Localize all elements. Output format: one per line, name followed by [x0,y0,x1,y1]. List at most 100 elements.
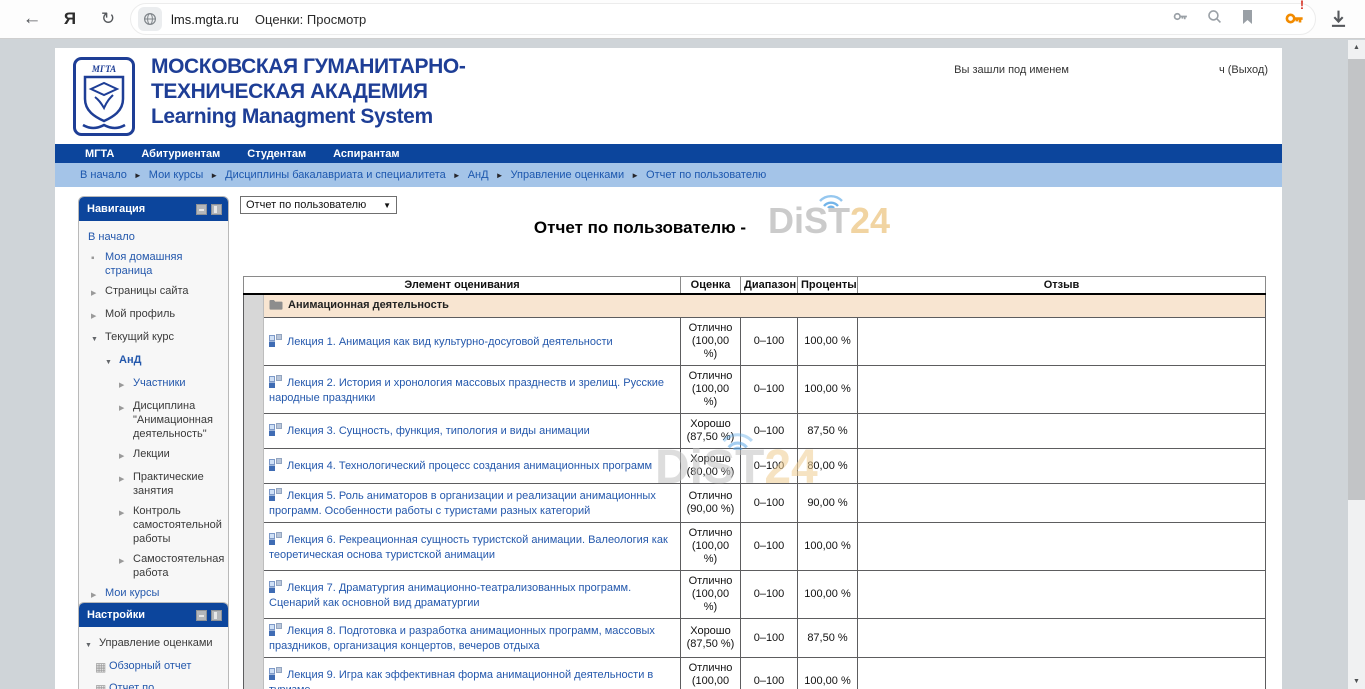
block-dock-icon[interactable] [211,204,222,215]
page-card: МГТА МОСКОВСКАЯ ГУМАНИТАРНО- ТЕХНИЧЕСКАЯ… [55,48,1282,689]
feedback-cell [858,366,1266,414]
url-text[interactable]: lms.mgta.ru [171,12,239,27]
page-scrollbar[interactable]: ▲ ▼ [1348,40,1365,689]
settings-item-label[interactable]: Обзорный отчет [109,659,191,675]
activity-link[interactable]: Лекция 2. История и хронология массовых … [269,377,664,404]
sidebar-item-label[interactable]: Самостоятельная работа [133,552,224,580]
breadcrumb-link[interactable]: Дисциплины бакалавриата и специалитета [225,169,446,181]
feedback-cell [858,414,1266,449]
sidebar-item[interactable]: Моя домашняя страница [79,250,224,278]
tree-toggle-icon[interactable] [119,470,133,498]
tree-toggle-icon[interactable] [119,376,133,393]
settings-item[interactable]: Управление оценками [79,636,224,653]
breadcrumb-link[interactable]: Мои курсы [149,169,203,181]
activity-link[interactable]: Лекция 5. Роль аниматоров в организации … [269,490,656,517]
activity-link[interactable]: Лекция 3. Сущность, функция, типология и… [287,425,590,437]
tree-toggle-icon[interactable] [119,399,133,441]
settings-item[interactable]: Отчет по пользователю [79,681,224,689]
sidebar-item-label[interactable]: АнД [119,353,141,370]
sidebar-item[interactable]: Текущий курс [79,330,224,347]
activity-link[interactable]: Лекция 1. Анимация как вид культурно-дос… [287,336,613,348]
sidebar-item[interactable]: В начало [79,230,224,244]
logout-link[interactable]: ч (Выход) [1219,64,1268,76]
back-icon[interactable]: ← [20,7,44,31]
tree-toggle-icon[interactable] [119,552,133,580]
scrollbar-thumb[interactable] [1348,59,1365,500]
key-icon[interactable] [1172,8,1189,30]
download-icon[interactable] [1328,8,1349,34]
settings-item-icon[interactable] [95,681,109,689]
sidebar-item[interactable]: Дисциплина "Анимационная деятельность" [79,399,224,441]
sidebar-item-label[interactable]: Участники [133,376,186,393]
sidebar-item-label[interactable]: Контроль самостоятельной работы [133,504,224,546]
sidebar-item-label[interactable]: В начало [88,230,135,244]
nav-menu-item[interactable]: Аспирантам [333,148,399,160]
breadcrumb-link[interactable]: В начало [80,169,127,181]
nav-menu-item[interactable]: МГТА [85,148,114,160]
site-header: МГТА МОСКОВСКАЯ ГУМАНИТАРНО- ТЕХНИЧЕСКАЯ… [55,48,1282,144]
settings-item-label[interactable]: Управление оценками [99,636,213,653]
nav-menu-item[interactable]: Студентам [247,148,306,160]
tree-toggle-icon[interactable] [91,250,105,278]
tree-toggle-icon[interactable] [119,504,133,546]
bookmark-icon[interactable] [1240,9,1255,30]
activity-icon [269,532,283,548]
sidebar-item[interactable]: Мои курсы [79,586,224,603]
sidebar-item-label[interactable]: Мой профиль [105,307,175,324]
sidebar-item[interactable]: АнД [79,353,224,370]
tree-toggle-icon[interactable] [105,353,119,370]
sidebar-item[interactable]: Участники [79,376,224,393]
sidebar-item[interactable]: Страницы сайта [79,284,224,301]
sidebar-item-label[interactable]: Мои курсы [105,586,159,603]
activity-link[interactable]: Лекция 4. Технологический процесс создан… [287,460,652,472]
percent-cell: 87,50 % [798,414,858,449]
scroll-up-icon[interactable]: ▲ [1348,40,1365,55]
sidebar-item-label[interactable]: Лекции [133,447,170,464]
sidebar-item[interactable]: Мой профиль [79,307,224,324]
sidebar-item[interactable]: Практические занятия [79,470,224,498]
settings-item-icon[interactable] [95,659,109,675]
block-dock-icon[interactable] [211,610,222,621]
settings-item-icon[interactable] [85,636,99,653]
zoom-icon[interactable] [1206,8,1223,30]
activity-link[interactable]: Лекция 7. Драматургия анимационно-театра… [269,582,631,609]
academy-title: МОСКОВСКАЯ ГУМАНИТАРНО- ТЕХНИЧЕСКАЯ АКАД… [151,54,465,129]
address-bar[interactable]: lms.mgta.ru Оценки: Просмотр [130,3,1316,35]
col-header-grade: Оценка [681,277,741,295]
category-name: Анимационная деятельность [288,299,449,311]
sidebar-item[interactable]: Лекции [79,447,224,464]
breadcrumb-link[interactable]: АнД [468,169,489,181]
activity-link[interactable]: Лекция 8. Подготовка и разработка анимац… [269,625,655,652]
activity-link[interactable]: Лекция 9. Игра как эффективная форма ани… [269,669,653,689]
page-title-text: Оценки: Просмотр [255,12,366,27]
breadcrumb-link[interactable]: Управление оценками [511,169,625,181]
sidebar-item-label[interactable]: Текущий курс [105,330,174,347]
nav-menu-item[interactable]: Абитуриентам [141,148,220,160]
report-type-select[interactable]: Отчет по пользователю ▼ [240,196,397,214]
settings-item-label[interactable]: Отчет по пользователю [109,681,224,689]
password-alert-icon[interactable]: ! [1284,8,1305,34]
block-collapse-icon[interactable] [196,204,207,215]
sidebar-item[interactable]: Самостоятельная работа [79,552,224,580]
breadcrumb-link[interactable]: Отчет по пользователю [646,169,766,181]
activity-link[interactable]: Лекция 6. Рекреационная сущность туристс… [269,534,668,561]
grade-cell: Хорошо (80,00 %) [681,449,741,484]
scroll-down-icon[interactable]: ▼ [1348,674,1365,689]
tree-toggle-icon[interactable] [91,330,105,347]
settings-item[interactable]: Обзорный отчет [79,659,224,675]
tree-toggle-icon[interactable] [119,447,133,464]
tree-toggle-icon[interactable] [91,307,105,324]
tree-toggle-icon[interactable] [91,586,105,603]
block-collapse-icon[interactable] [196,610,207,621]
reload-icon[interactable]: ↻ [96,7,120,31]
sidebar-item-label[interactable]: Моя домашняя страница [105,250,224,278]
breadcrumb-arrow-icon: ► [631,171,639,180]
tree-toggle-icon[interactable] [91,284,105,301]
sidebar-item-label[interactable]: Практические занятия [133,470,224,498]
sidebar-item[interactable]: Контроль самостоятельной работы [79,504,224,546]
folder-icon [269,299,283,313]
yandex-logo[interactable]: Я [58,7,82,31]
main-nav-bar: МГТА Абитуриентам Студентам Аспирантам [55,144,1282,163]
sidebar-item-label[interactable]: Страницы сайта [105,284,189,301]
sidebar-item-label[interactable]: Дисциплина "Анимационная деятельность" [133,399,224,441]
